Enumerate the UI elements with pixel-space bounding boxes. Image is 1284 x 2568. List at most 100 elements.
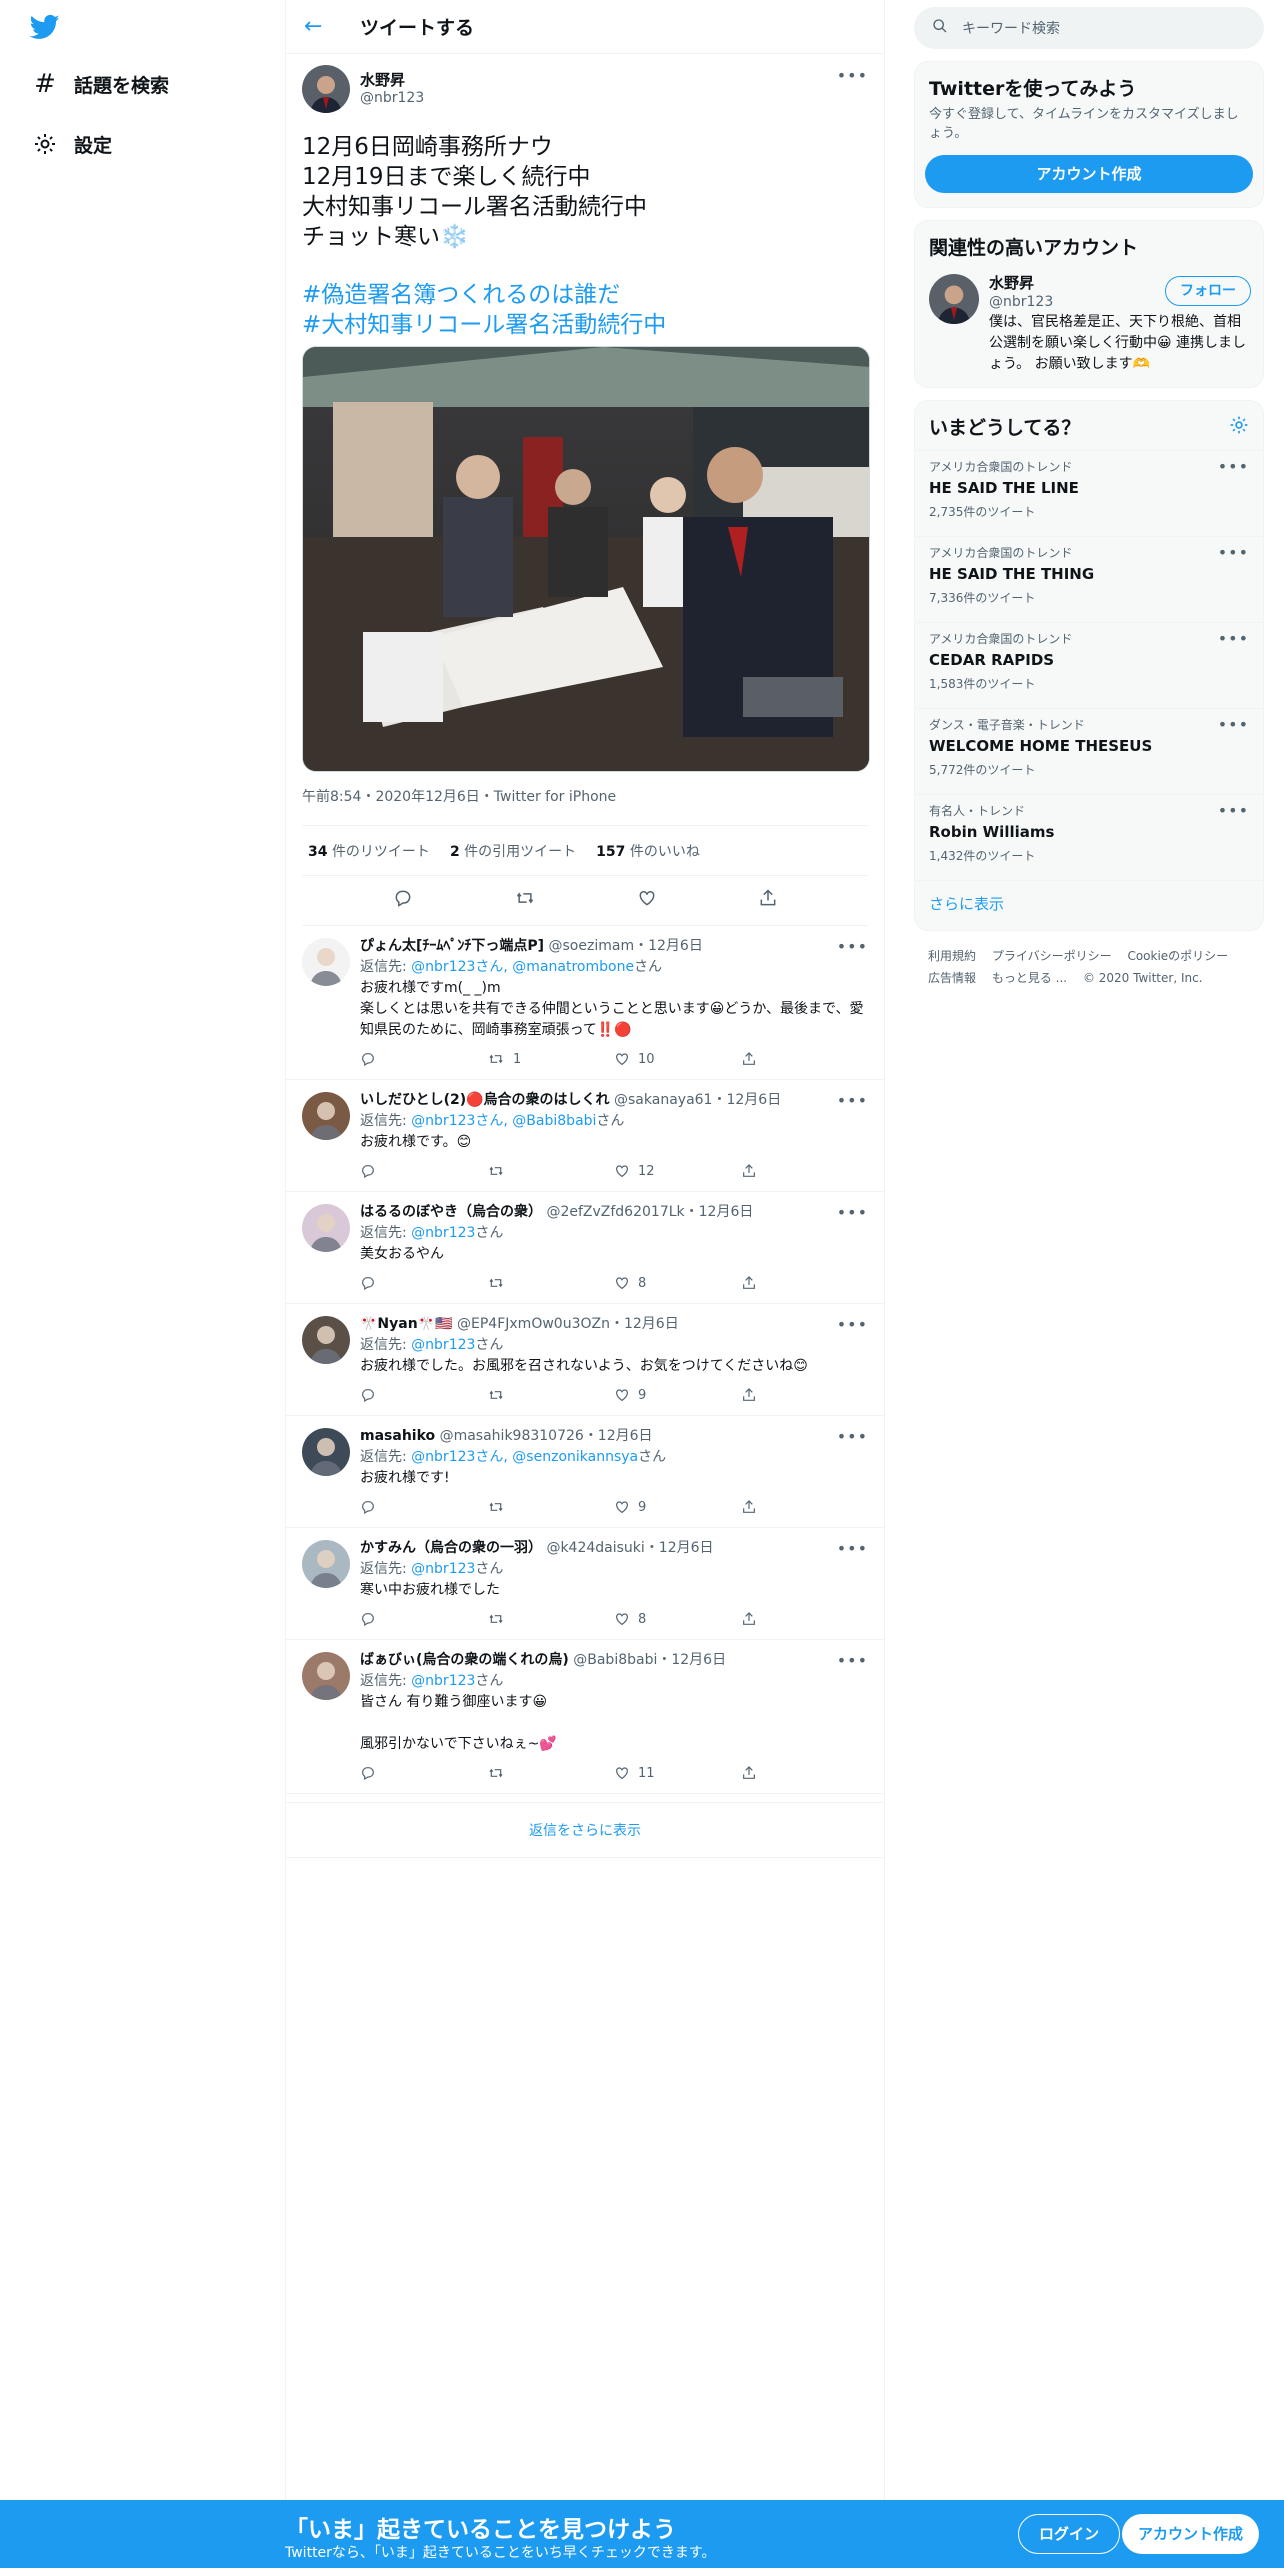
reply-icon[interactable] [360,1499,487,1515]
reply-icon[interactable] [393,888,413,913]
share-icon[interactable] [741,1275,868,1291]
hashtag-link[interactable]: #大村知事リコール署名活動続行中 [302,310,868,340]
like-icon[interactable]: 8 [614,1273,741,1294]
footer-link[interactable]: Cookieのポリシー [1127,949,1228,963]
share-icon[interactable] [741,1051,868,1067]
more-icon[interactable]: ••• [1218,629,1249,648]
quote-count[interactable]: 2 件の引用ツイート [450,841,576,861]
author-handle[interactable]: @nbr123 [360,89,424,107]
trend-item[interactable]: アメリカ合衆国のトレンド HE SAID THE LINE 2,735件のツイー… [915,450,1263,536]
retweet-icon[interactable] [487,1275,614,1291]
like-icon[interactable]: 9 [614,1385,741,1406]
reply-author-name[interactable]: 🎌Nyan🎌🇺🇸 [360,1316,453,1332]
reply-mentions[interactable]: @nbr123 [411,1337,475,1353]
reply-icon[interactable] [360,1765,487,1781]
reply-mentions[interactable]: @nbr123さん, @Babi8babi [411,1113,596,1129]
retweet-count[interactable]: 34 件のリツイート [308,841,430,861]
trend-item[interactable]: 有名人・トレンド Robin Williams 1,432件のツイート ••• [915,794,1263,880]
hashtag-link[interactable]: #偽造署名簿つくれるのは誰だ [302,280,868,310]
footer-link[interactable]: 広告情報 [928,971,976,985]
avatar[interactable] [929,274,979,324]
reply-tweet[interactable]: 🎌Nyan🎌🇺🇸 @EP4FJxmOw0u3OZn・12月6日 ••• 返信先:… [286,1304,884,1416]
share-icon[interactable] [741,1387,868,1403]
search-input[interactable]: キーワード検索 [914,7,1264,49]
reply-icon[interactable] [360,1611,487,1627]
avatar[interactable] [302,65,350,113]
reply-mentions[interactable]: @nbr123 [411,1561,475,1577]
reply-date[interactable]: ・12月6日 [610,1316,679,1332]
reply-mentions[interactable]: @nbr123さん, @senzonikannsya [411,1449,638,1465]
create-account-button[interactable]: アカウント作成 [925,155,1253,193]
share-icon[interactable] [741,1611,868,1627]
tweet-photo[interactable] [302,346,870,772]
reply-tweet[interactable]: はるるのぼやき（烏合の衆） @2efZvZfd62017Lk・12月6日 •••… [286,1192,884,1304]
more-icon[interactable]: ••• [1218,457,1249,476]
more-icon[interactable]: ••• [1218,715,1249,734]
reply-author-name[interactable]: ぴょん太[ﾁｰﾑﾍﾟﾝﾁ下っ端点P] [360,938,544,954]
share-icon[interactable] [741,1499,868,1515]
twitter-logo-icon[interactable] [28,12,62,42]
reply-mentions[interactable]: @nbr123さん, @manatrombone [411,959,634,975]
reply-icon[interactable] [360,1051,487,1067]
related-account[interactable]: 水野昇 @nbr123 僕は、官民格差是正、天下り根絶、首相公選制を願い楽しく行… [915,264,1263,387]
follow-button[interactable]: フォロー [1165,276,1251,306]
login-button[interactable]: ログイン [1018,2514,1121,2554]
retweet-icon[interactable] [487,1499,614,1515]
tweet-timestamp[interactable]: 午前8:54・2020年12月6日・Twitter for iPhone [302,789,616,805]
retweet-icon[interactable] [487,1611,614,1627]
footer-link[interactable]: もっと見る ... [992,971,1067,985]
reply-author-name[interactable]: ばぁびぃ(烏合の衆の端くれの烏) [360,1652,569,1668]
footer-link[interactable]: プライバシーポリシー [992,949,1112,963]
reply-author-handle[interactable]: @EP4FJxmOw0u3OZn [457,1316,610,1332]
reply-tweet[interactable]: masahiko @masahik98310726・12月6日 ••• 返信先:… [286,1416,884,1528]
trend-item[interactable]: アメリカ合衆国のトレンド HE SAID THE THING 7,336件のツイ… [915,536,1263,622]
more-icon[interactable]: ••• [837,66,868,85]
reply-author-handle[interactable]: @sakanaya61 [614,1092,712,1108]
like-icon[interactable] [637,888,657,913]
retweet-icon[interactable]: 1 [487,1049,614,1070]
reply-date[interactable]: ・12月6日 [657,1652,726,1668]
reply-author-name[interactable]: masahiko [360,1428,435,1444]
tweet-author[interactable]: 水野昇 @nbr123 [302,64,868,114]
reply-mentions[interactable]: @nbr123 [411,1225,475,1241]
back-arrow-icon[interactable]: ← [304,14,334,39]
reply-author-handle[interactable]: @masahik98310726 [440,1428,584,1444]
reply-author-name[interactable]: いしだひとし(2)🔴烏合の衆のはしくれ [360,1092,610,1108]
reply-date[interactable]: ・12月6日 [634,938,703,954]
share-icon[interactable] [741,1163,868,1179]
more-icon[interactable]: ••• [837,936,868,957]
reply-date[interactable]: ・12月6日 [584,1428,653,1444]
retweet-icon[interactable] [487,1765,614,1781]
like-icon[interactable]: 11 [614,1763,741,1784]
share-icon[interactable] [741,1765,868,1781]
reply-author-handle[interactable]: @k424daisuki [546,1540,644,1556]
like-icon[interactable]: 8 [614,1609,741,1630]
reply-author-handle[interactable]: @Babi8babi [573,1652,657,1668]
gear-icon[interactable] [1229,415,1249,439]
more-icon[interactable]: ••• [837,1090,868,1111]
retweet-icon[interactable] [487,1163,614,1179]
nav-explore[interactable]: # 話題を検索 [28,64,169,104]
reply-mentions[interactable]: @nbr123 [411,1673,475,1689]
reply-icon[interactable] [360,1387,487,1403]
avatar[interactable] [302,1540,350,1588]
reply-author-handle[interactable]: @soezimam [549,938,635,954]
like-icon[interactable]: 9 [614,1497,741,1518]
avatar[interactable] [302,1316,350,1364]
retweet-icon[interactable] [487,1387,614,1403]
more-icon[interactable]: ••• [1218,801,1249,820]
reply-author-handle[interactable]: @2efZvZfd62017Lk [546,1204,684,1220]
avatar[interactable] [302,1204,350,1252]
like-icon[interactable]: 10 [614,1049,741,1070]
more-icon[interactable]: ••• [837,1538,868,1559]
more-icon[interactable]: ••• [837,1426,868,1447]
avatar[interactable] [302,1092,350,1140]
show-more-replies-button[interactable]: 返信をさらに表示 [286,1802,884,1858]
signup-button[interactable]: アカウント作成 [1122,2514,1260,2554]
reply-date[interactable]: ・12月6日 [712,1092,781,1108]
avatar[interactable] [302,1428,350,1476]
reply-tweet[interactable]: ばぁびぃ(烏合の衆の端くれの烏) @Babi8babi・12月6日 ••• 返信… [286,1640,884,1794]
more-icon[interactable]: ••• [837,1202,868,1223]
trend-item[interactable]: ダンス・電子音楽・トレンド WELCOME HOME THESEUS 5,772… [915,708,1263,794]
footer-link[interactable]: 利用規約 [928,949,976,963]
